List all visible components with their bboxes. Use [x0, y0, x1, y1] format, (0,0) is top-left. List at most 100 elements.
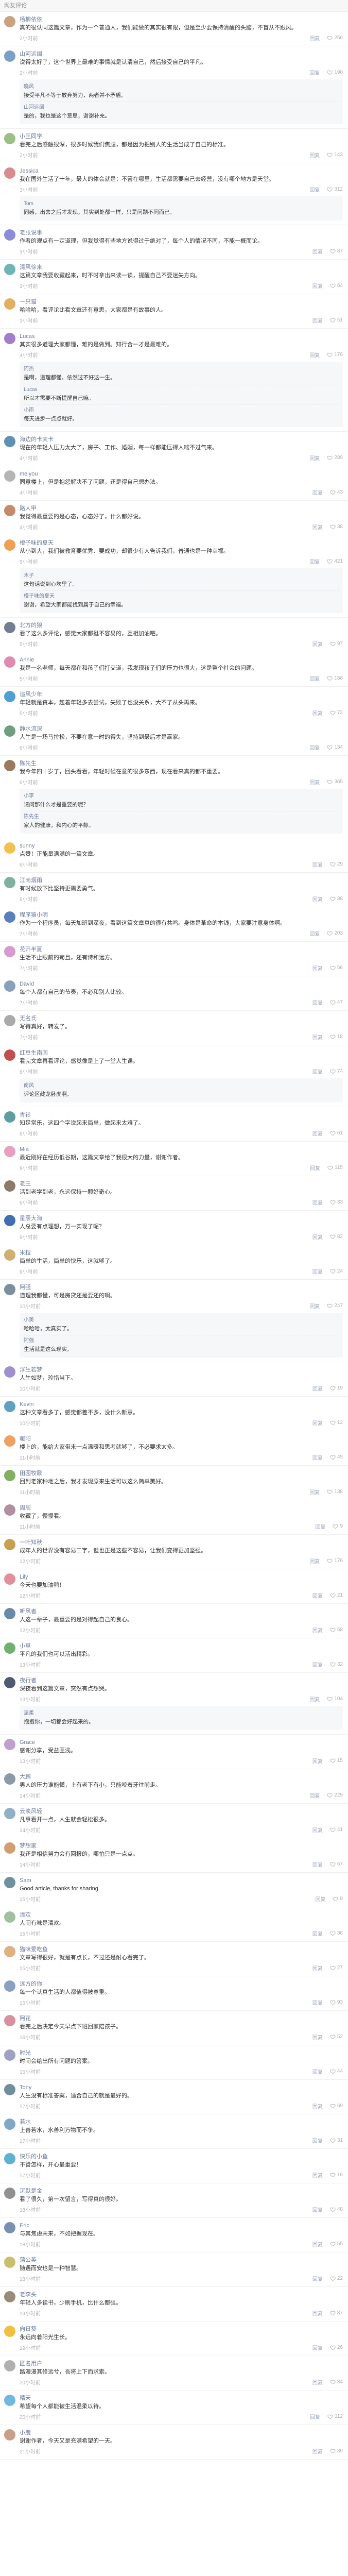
- comment-author[interactable]: 小草: [20, 1642, 343, 1650]
- avatar[interactable]: [4, 333, 15, 344]
- avatar[interactable]: [4, 2360, 15, 2371]
- comment-author[interactable]: 远方的你: [20, 1980, 343, 1988]
- comment-author[interactable]: Annie: [20, 656, 343, 664]
- avatar[interactable]: [4, 842, 15, 854]
- reply-button[interactable]: 回复: [309, 674, 320, 682]
- like-button[interactable]: 21: [330, 1592, 343, 1598]
- like-button[interactable]: 56: [330, 965, 343, 971]
- like-button[interactable]: 112: [327, 2414, 343, 2419]
- like-button[interactable]: 88: [330, 896, 343, 902]
- reply-button[interactable]: 回复: [312, 709, 323, 717]
- comment-author[interactable]: 老张说事: [20, 229, 343, 236]
- reply-button[interactable]: 回复: [312, 1757, 323, 1765]
- reply-button[interactable]: 回复: [312, 247, 323, 255]
- comment-author[interactable]: 山河远阔: [20, 50, 343, 58]
- reply-button[interactable]: 回复: [312, 2206, 323, 2213]
- like-button[interactable]: 87: [330, 248, 343, 254]
- like-button[interactable]: 67: [330, 1861, 343, 1867]
- comment-author[interactable]: 青衫: [20, 1111, 343, 1118]
- avatar[interactable]: [4, 2429, 15, 2441]
- avatar[interactable]: [4, 1773, 15, 1785]
- reply-author[interactable]: 小雨: [24, 407, 339, 414]
- reply-button[interactable]: 回复: [310, 2413, 320, 2420]
- reply-button[interactable]: 回复: [309, 1695, 320, 1703]
- comment-author[interactable]: 向日葵: [20, 2326, 343, 2333]
- avatar[interactable]: [4, 1911, 15, 1923]
- reply-button[interactable]: 回复: [312, 1998, 323, 2006]
- avatar[interactable]: [4, 539, 15, 551]
- reply-button[interactable]: 回复: [312, 2102, 323, 2110]
- comment-author[interactable]: Tony: [20, 2084, 343, 2091]
- avatar[interactable]: [4, 133, 15, 144]
- like-button[interactable]: 104: [327, 1696, 343, 1702]
- like-button[interactable]: 24: [330, 1268, 343, 1274]
- comment-author[interactable]: 沉默是金: [20, 2188, 343, 2195]
- comment-author[interactable]: David: [20, 980, 343, 988]
- reply-button[interactable]: 回复: [312, 2067, 323, 2075]
- avatar[interactable]: [4, 1739, 15, 1750]
- comment-author[interactable]: 橙子味的夏天: [20, 539, 343, 547]
- comment-author[interactable]: 若水: [20, 2119, 343, 2126]
- comment-author[interactable]: 米粒: [20, 1249, 343, 1257]
- comment-author[interactable]: 陈先生: [20, 760, 343, 767]
- comment-author[interactable]: 晴天: [20, 2395, 343, 2402]
- avatar[interactable]: [4, 1946, 15, 1957]
- like-button[interactable]: 16: [330, 2172, 343, 2178]
- like-button[interactable]: 61: [330, 1130, 343, 1136]
- like-button[interactable]: 115: [327, 1165, 343, 1171]
- comment-author[interactable]: 小王同学: [20, 133, 343, 140]
- comment-author[interactable]: 猫咪爱吃鱼: [20, 1946, 343, 1953]
- comment-author[interactable]: 清风徐来: [20, 264, 343, 271]
- comment-author[interactable]: 无名氏: [20, 1015, 343, 1022]
- comment-author[interactable]: 程序猿小明: [20, 911, 343, 919]
- reply-button[interactable]: 回复: [309, 34, 320, 42]
- comment-author[interactable]: 浮生若梦: [20, 1366, 343, 1374]
- reply-button[interactable]: 回复: [315, 1895, 325, 1903]
- like-button[interactable]: 38: [330, 524, 343, 530]
- like-button[interactable]: 247: [327, 1303, 343, 1309]
- reply-button[interactable]: 回复: [312, 2171, 323, 2179]
- like-button[interactable]: 47: [330, 999, 343, 1005]
- comment-author[interactable]: 匿名用户: [20, 2360, 343, 2367]
- reply-button[interactable]: 回复: [309, 1302, 320, 1310]
- reply-button[interactable]: 回复: [312, 1033, 323, 1041]
- comment-author[interactable]: Mia: [20, 1146, 343, 1153]
- like-button[interactable]: 87: [330, 2310, 343, 2316]
- like-button[interactable]: 27: [330, 1965, 343, 1971]
- reply-author[interactable]: 晚风: [24, 83, 339, 91]
- reply-button[interactable]: 回复: [312, 1233, 323, 1241]
- reply-button[interactable]: 回复: [312, 1129, 323, 1137]
- avatar[interactable]: [4, 656, 15, 668]
- like-button[interactable]: 82: [330, 1234, 343, 1240]
- comment-author[interactable]: 海边的卡夫卡: [20, 436, 343, 443]
- comment-author[interactable]: 云淡风轻: [20, 1808, 343, 1815]
- like-button[interactable]: 26: [330, 2345, 343, 2350]
- avatar[interactable]: [4, 470, 15, 482]
- comment-author[interactable]: 江南烟雨: [20, 877, 343, 884]
- avatar[interactable]: [4, 1111, 15, 1123]
- like-button[interactable]: 74: [330, 1069, 343, 1074]
- avatar[interactable]: [4, 1215, 15, 1226]
- comment-author[interactable]: 一只猫: [20, 298, 343, 306]
- like-button[interactable]: 43: [330, 489, 343, 495]
- reply-button[interactable]: 回复: [309, 1488, 320, 1496]
- avatar[interactable]: [4, 167, 15, 179]
- like-button[interactable]: 8: [333, 1896, 343, 1902]
- avatar[interactable]: [4, 1180, 15, 1192]
- reply-button[interactable]: 回复: [312, 640, 323, 648]
- comment-author[interactable]: 红豆生南国: [20, 1049, 343, 1057]
- reply-button[interactable]: 回复: [312, 2344, 323, 2351]
- comment-author[interactable]: Kevin: [20, 1401, 343, 1408]
- like-button[interactable]: 289: [327, 455, 343, 461]
- comment-author[interactable]: 周周: [20, 1504, 343, 1512]
- like-button[interactable]: 31: [330, 2138, 343, 2143]
- reply-button[interactable]: 回复: [312, 316, 323, 324]
- reply-author[interactable]: Lucas: [24, 386, 339, 394]
- avatar[interactable]: [4, 1842, 15, 1854]
- comment-author[interactable]: Grace: [20, 1739, 343, 1746]
- avatar[interactable]: [4, 436, 15, 447]
- reply-button[interactable]: 回复: [312, 895, 323, 903]
- like-button[interactable]: 39: [330, 2448, 343, 2454]
- like-button[interactable]: 143: [327, 152, 343, 158]
- comment-author[interactable]: 一叶知秋: [20, 1539, 343, 1546]
